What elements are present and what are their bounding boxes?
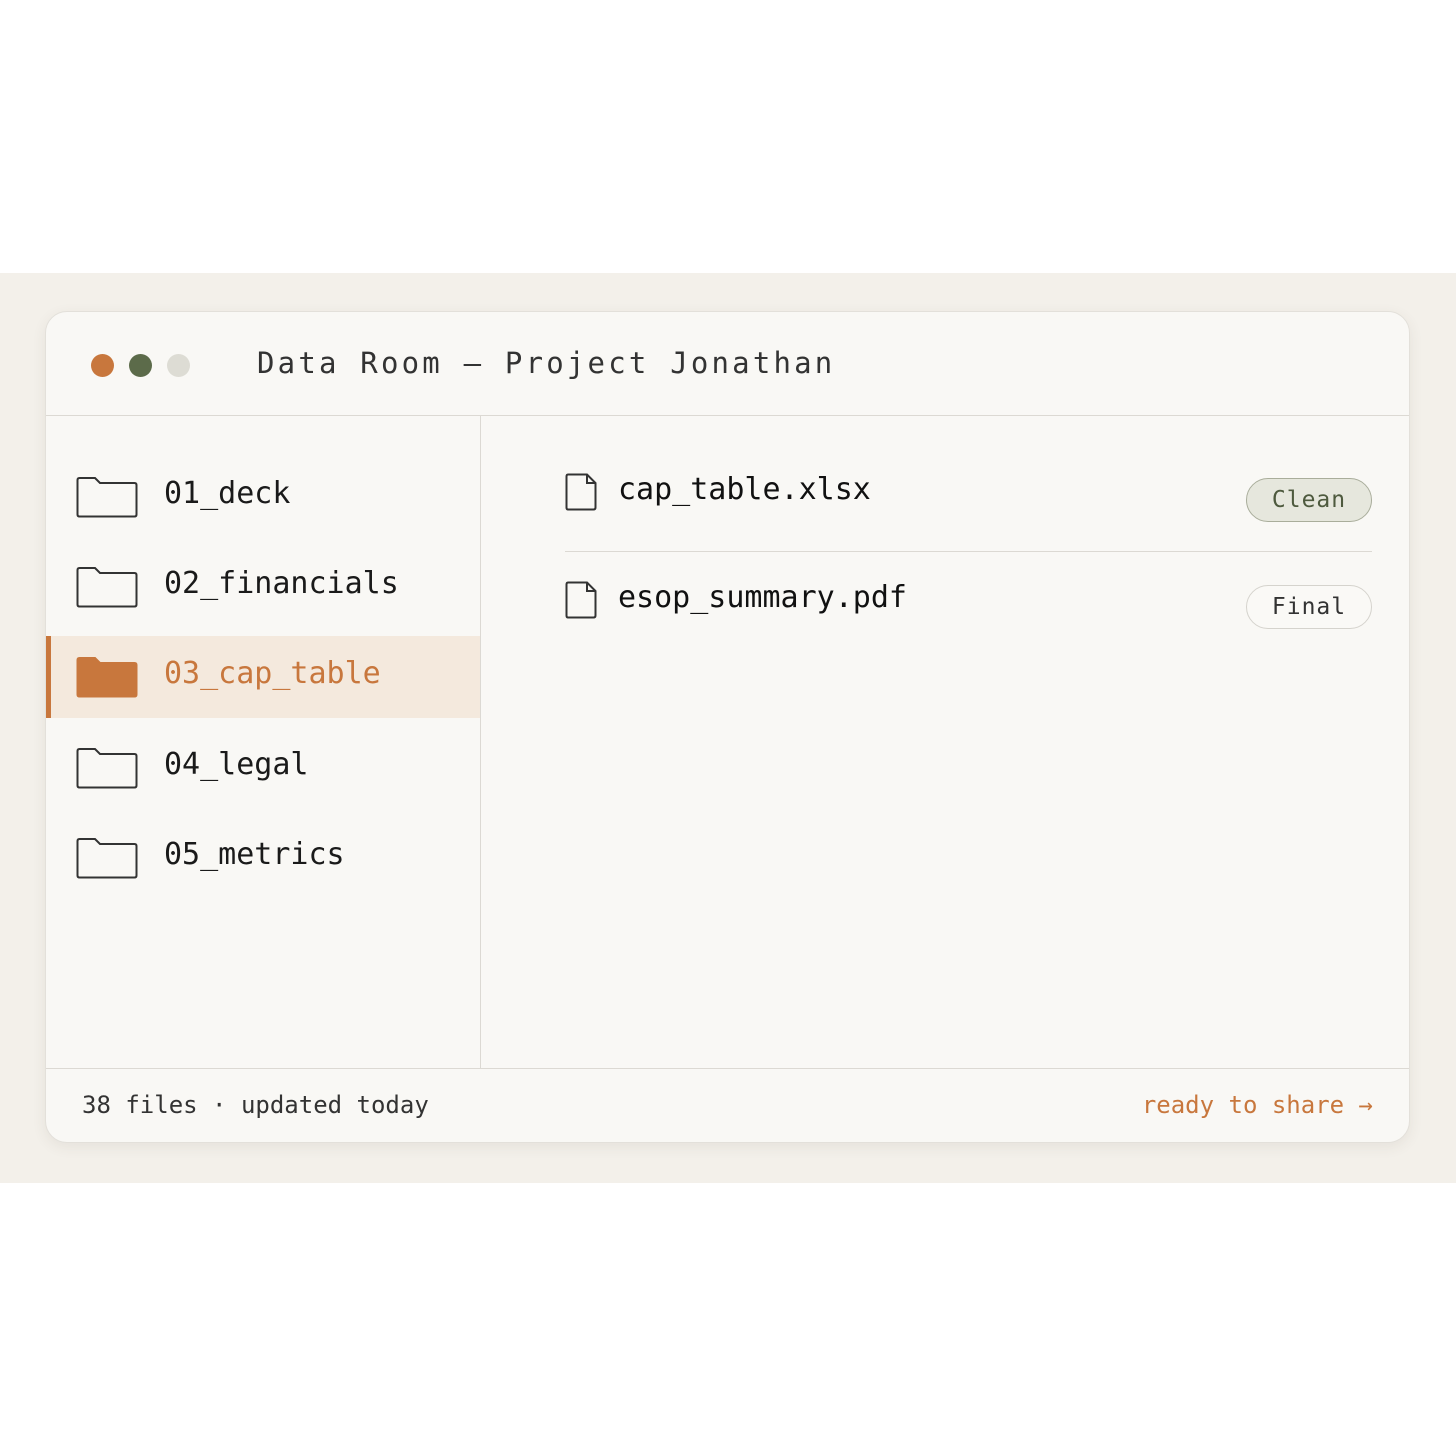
maximize-window-button[interactable] bbox=[167, 354, 190, 377]
sidebar-item-label: 03_cap_table bbox=[164, 656, 381, 691]
file-list: cap_table.xlsx Clean esop_summary.pdf Fi… bbox=[481, 416, 1409, 1068]
status-badge: Clean bbox=[1246, 478, 1372, 522]
file-row-cap-table[interactable]: cap_table.xlsx Clean bbox=[565, 451, 1372, 552]
sidebar-item-05-metrics[interactable]: 05_metrics bbox=[46, 817, 480, 899]
sidebar-item-03-cap-table[interactable]: 03_cap_table bbox=[46, 636, 480, 718]
folder-icon bbox=[76, 748, 138, 789]
file-count-summary: 38 files · updated today bbox=[82, 1091, 429, 1119]
sidebar-item-04-legal[interactable]: 04_legal bbox=[46, 727, 480, 809]
sidebar-item-label: 02_financials bbox=[164, 566, 399, 601]
ready-to-share-link[interactable]: ready to share → bbox=[1142, 1091, 1373, 1119]
folder-open-icon bbox=[76, 657, 138, 698]
title-bar: Data Room — Project Jonathan bbox=[46, 312, 1409, 416]
folder-icon bbox=[76, 567, 138, 608]
folder-icon bbox=[76, 477, 138, 518]
sidebar-item-02-financials[interactable]: 02_financials bbox=[46, 546, 480, 628]
window-title: Data Room — Project Jonathan bbox=[257, 346, 836, 380]
close-window-button[interactable] bbox=[91, 354, 114, 377]
status-bar: 38 files · updated today ready to share … bbox=[46, 1068, 1409, 1142]
data-room-window: Data Room — Project Jonathan 01_deck 02_… bbox=[45, 311, 1410, 1143]
folder-sidebar: 01_deck 02_financials 03_cap_table 04_le… bbox=[46, 416, 481, 1068]
minimize-window-button[interactable] bbox=[129, 354, 152, 377]
file-name: cap_table.xlsx bbox=[618, 472, 871, 507]
folder-icon bbox=[76, 838, 138, 879]
sidebar-item-01-deck[interactable]: 01_deck bbox=[46, 456, 480, 538]
file-row-esop-summary[interactable]: esop_summary.pdf Final bbox=[565, 552, 1372, 652]
status-badge: Final bbox=[1246, 585, 1372, 629]
sidebar-item-label: 05_metrics bbox=[164, 837, 345, 872]
file-icon bbox=[565, 581, 597, 619]
file-icon bbox=[565, 473, 597, 511]
file-name: esop_summary.pdf bbox=[618, 580, 907, 615]
sidebar-item-label: 04_legal bbox=[164, 747, 309, 782]
sidebar-item-label: 01_deck bbox=[164, 476, 291, 511]
